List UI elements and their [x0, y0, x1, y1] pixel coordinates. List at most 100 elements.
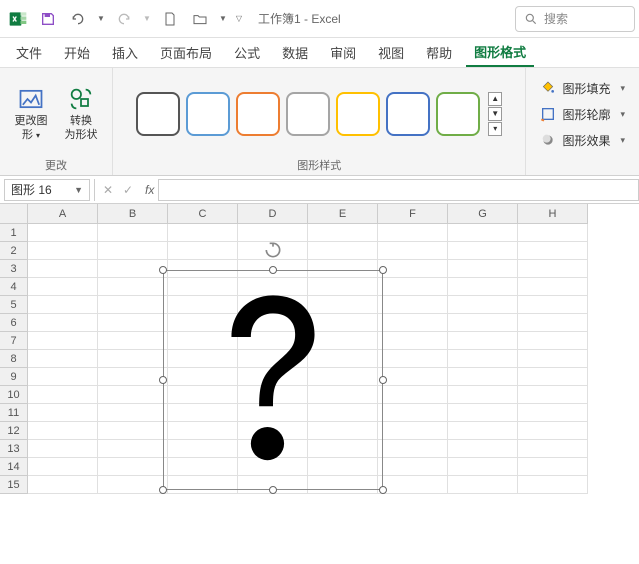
search-box[interactable]: 搜索: [515, 6, 635, 32]
col-header[interactable]: H: [518, 204, 588, 224]
undo-dropdown[interactable]: ▼: [94, 5, 108, 33]
cell[interactable]: [518, 386, 588, 404]
convert-to-shape-button[interactable]: 转换为形状: [58, 76, 104, 152]
row-header[interactable]: 13: [0, 440, 28, 458]
row-header[interactable]: 11: [0, 404, 28, 422]
style-preset-2[interactable]: [236, 92, 280, 136]
cell[interactable]: [28, 224, 98, 242]
resize-handle-mr[interactable]: [379, 376, 387, 384]
col-header[interactable]: F: [378, 204, 448, 224]
cell[interactable]: [378, 260, 448, 278]
shape-fill-button[interactable]: 图形填充▾: [540, 76, 625, 100]
cell[interactable]: [448, 278, 518, 296]
cell[interactable]: [28, 458, 98, 476]
cell[interactable]: [98, 332, 168, 350]
cell[interactable]: [28, 386, 98, 404]
cell[interactable]: [28, 242, 98, 260]
cell[interactable]: [98, 440, 168, 458]
tab-help[interactable]: 帮助: [418, 39, 460, 66]
tab-graphic-format[interactable]: 图形格式: [466, 38, 534, 67]
cell[interactable]: [378, 314, 448, 332]
cell[interactable]: [518, 296, 588, 314]
tab-review[interactable]: 审阅: [322, 39, 364, 66]
col-header[interactable]: D: [238, 204, 308, 224]
cell[interactable]: [378, 458, 448, 476]
resize-handle-tr[interactable]: [379, 266, 387, 274]
cell[interactable]: [308, 242, 378, 260]
cell[interactable]: [98, 278, 168, 296]
cell[interactable]: [378, 440, 448, 458]
resize-handle-ml[interactable]: [159, 376, 167, 384]
cell[interactable]: [98, 422, 168, 440]
cell[interactable]: [378, 368, 448, 386]
style-preset-1[interactable]: [186, 92, 230, 136]
col-header[interactable]: E: [308, 204, 378, 224]
cell[interactable]: [168, 242, 238, 260]
cell[interactable]: [448, 386, 518, 404]
cell[interactable]: [28, 314, 98, 332]
cell[interactable]: [98, 260, 168, 278]
cell[interactable]: [448, 368, 518, 386]
cell[interactable]: [28, 332, 98, 350]
selected-shape[interactable]: [163, 270, 383, 490]
cancel-formula[interactable]: ✕: [99, 183, 117, 197]
cell[interactable]: [448, 404, 518, 422]
cell[interactable]: [98, 224, 168, 242]
cell[interactable]: [448, 242, 518, 260]
tab-insert[interactable]: 插入: [104, 39, 146, 66]
cell[interactable]: [518, 350, 588, 368]
tab-data[interactable]: 数据: [274, 39, 316, 66]
undo-button[interactable]: [64, 5, 92, 33]
cell[interactable]: [28, 296, 98, 314]
col-header[interactable]: B: [98, 204, 168, 224]
style-preset-4[interactable]: [336, 92, 380, 136]
cell[interactable]: [448, 332, 518, 350]
cell[interactable]: [518, 368, 588, 386]
row-header[interactable]: 6: [0, 314, 28, 332]
cell[interactable]: [518, 332, 588, 350]
cell[interactable]: [28, 476, 98, 494]
enter-formula[interactable]: ✓: [119, 183, 137, 197]
cell[interactable]: [98, 296, 168, 314]
cell[interactable]: [28, 350, 98, 368]
gallery-up[interactable]: ▲: [488, 92, 502, 106]
row-header[interactable]: 8: [0, 350, 28, 368]
cell[interactable]: [378, 242, 448, 260]
redo-button[interactable]: [110, 5, 138, 33]
cell[interactable]: [378, 296, 448, 314]
cell[interactable]: [518, 278, 588, 296]
cell[interactable]: [448, 476, 518, 494]
row-header[interactable]: 12: [0, 422, 28, 440]
app-icon[interactable]: [4, 5, 32, 33]
cell[interactable]: [28, 404, 98, 422]
cell[interactable]: [98, 368, 168, 386]
cell[interactable]: [378, 278, 448, 296]
tab-page-layout[interactable]: 页面布局: [152, 39, 220, 66]
save-button[interactable]: [34, 5, 62, 33]
cell[interactable]: [168, 224, 238, 242]
row-header[interactable]: 9: [0, 368, 28, 386]
cell[interactable]: [98, 350, 168, 368]
tab-file[interactable]: 文件: [8, 39, 50, 66]
rotate-handle[interactable]: [263, 240, 283, 263]
cell[interactable]: [378, 422, 448, 440]
resize-handle-tl[interactable]: [159, 266, 167, 274]
tab-view[interactable]: 视图: [370, 39, 412, 66]
cell[interactable]: [28, 260, 98, 278]
row-header[interactable]: 14: [0, 458, 28, 476]
cell[interactable]: [448, 458, 518, 476]
formula-input[interactable]: [158, 179, 639, 201]
row-header[interactable]: 4: [0, 278, 28, 296]
row-header[interactable]: 5: [0, 296, 28, 314]
tab-home[interactable]: 开始: [56, 39, 98, 66]
fx-icon[interactable]: fx: [145, 183, 154, 197]
cell[interactable]: [378, 386, 448, 404]
cell[interactable]: [98, 314, 168, 332]
resize-handle-br[interactable]: [379, 486, 387, 494]
resize-handle-bl[interactable]: [159, 486, 167, 494]
cell[interactable]: [378, 332, 448, 350]
redo-dropdown[interactable]: ▼: [140, 5, 154, 33]
resize-handle-bm[interactable]: [269, 486, 277, 494]
cell[interactable]: [518, 476, 588, 494]
cell[interactable]: [98, 458, 168, 476]
